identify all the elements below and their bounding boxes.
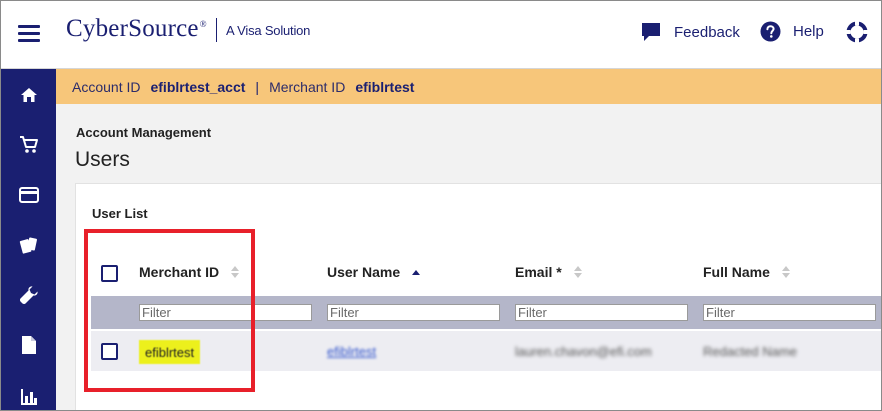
account-id-value: efiblrtest_acct [150, 78, 246, 95]
breadcrumb[interactable]: Account Management [76, 125, 211, 140]
brand-logo: CyberSource® [66, 15, 207, 42]
row-checkbox[interactable] [101, 343, 118, 360]
bar-chart-icon [21, 389, 37, 405]
sort-icon [573, 266, 582, 278]
email-filter-input[interactable] [515, 304, 688, 321]
home-icon [21, 88, 37, 102]
help-button[interactable]: Help [760, 21, 824, 42]
account-bar: Account ID efiblrtest_acct | Merchant ID… [56, 69, 881, 104]
cart-icon [20, 136, 38, 153]
table-header-row: Merchant ID User Name Email * Full Name [76, 250, 881, 294]
sidebar-item-cart[interactable] [17, 133, 41, 157]
top-bar: CyberSource® A Visa Solution Feedback He… [1, 1, 881, 69]
sidebar-item-payments[interactable] [17, 183, 41, 207]
sidebar-item-cards[interactable] [17, 233, 41, 257]
user-name-filter-input[interactable] [327, 304, 500, 321]
sort-ascending-icon [412, 269, 421, 275]
sort-icon [781, 266, 790, 278]
hamburger-menu-icon[interactable] [18, 25, 40, 42]
support-button[interactable] [846, 21, 868, 43]
sidebar-nav [1, 69, 56, 410]
app-window: CyberSource® A Visa Solution Feedback He… [0, 0, 882, 411]
help-icon [760, 21, 781, 42]
main-content: Account Management Users User List Merch… [56, 104, 881, 410]
cards-icon [19, 237, 37, 254]
filter-row [91, 296, 881, 329]
column-header-merchant-id[interactable]: Merchant ID [139, 264, 240, 280]
feedback-icon [642, 23, 660, 41]
account-bar-separator: | [255, 78, 260, 95]
document-icon [22, 336, 36, 354]
merchant-id-cell: efiblrtest [139, 340, 201, 364]
help-label: Help [793, 23, 824, 40]
sidebar-item-reports[interactable] [17, 385, 41, 409]
user-list-title: User List [92, 206, 148, 221]
merchant-id-filter-input[interactable] [139, 304, 312, 321]
column-header-user-name[interactable]: User Name [327, 264, 421, 280]
credit-card-icon [19, 187, 39, 203]
column-header-full-name[interactable]: Full Name [703, 264, 790, 280]
full-name-filter-input[interactable] [703, 304, 876, 321]
select-all-checkbox[interactable] [101, 265, 118, 282]
full-name-cell: Redacted Name [703, 344, 797, 359]
page-title: Users [75, 148, 130, 171]
feedback-button[interactable]: Feedback [640, 21, 740, 43]
email-cell: lauren.chavon@efi.com [515, 344, 652, 359]
table-row[interactable]: efiblrtest efiblrtest lauren.chavon@efi.… [91, 331, 881, 371]
column-header-email[interactable]: Email * [515, 264, 582, 280]
wrench-icon [19, 286, 38, 305]
sidebar-item-documents[interactable] [17, 333, 41, 357]
sort-icon [231, 266, 240, 278]
merchant-id-value: efiblrtest [355, 78, 415, 95]
user-name-link[interactable]: efiblrtest [327, 344, 376, 359]
feedback-label: Feedback [674, 23, 740, 41]
sidebar-item-tools[interactable] [17, 283, 41, 307]
sidebar-item-home[interactable] [17, 83, 41, 107]
user-list-card: User List Merchant ID User Name Email * … [75, 183, 881, 410]
merchant-id-label: Merchant ID [269, 78, 346, 95]
brand-divider [216, 18, 217, 42]
lifebuoy-icon [846, 21, 868, 43]
brand-subtitle: A Visa Solution [226, 23, 311, 38]
account-id-label: Account ID [72, 78, 141, 95]
